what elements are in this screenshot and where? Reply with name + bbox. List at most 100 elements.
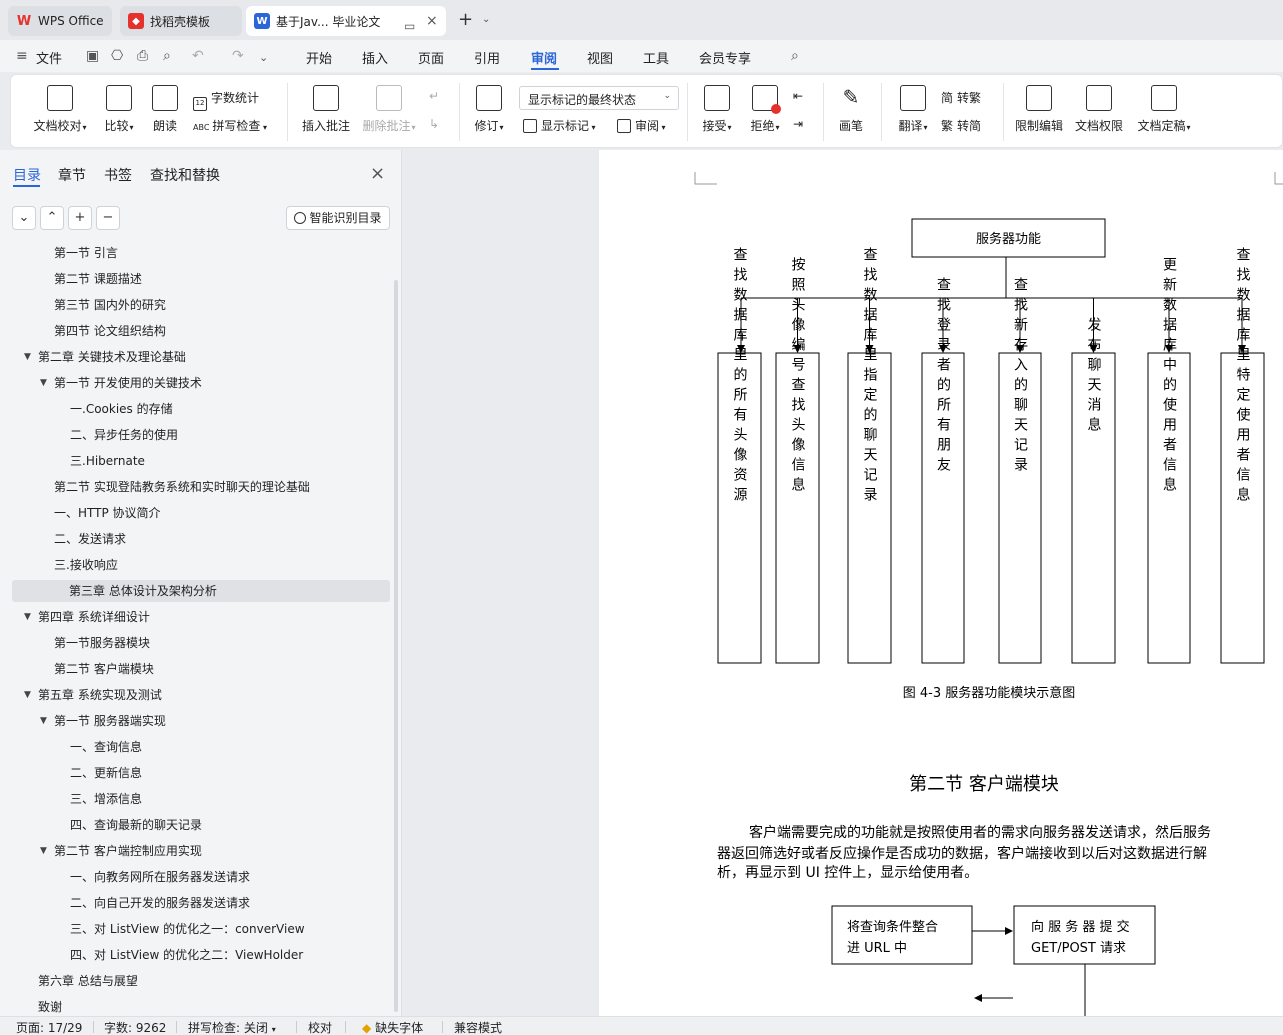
menu-start[interactable]: 开始 [306, 48, 332, 67]
prev-change-icon[interactable]: ⇤ [793, 89, 803, 103]
page-indicator[interactable]: 页面: 17/29 [16, 1019, 82, 1035]
toc-item[interactable]: 四、查询最新的聊天记录 [12, 814, 390, 836]
new-tab-icon[interactable]: + [458, 9, 473, 30]
link-icon[interactable]: ⎔ [111, 48, 123, 64]
doc-permission-button[interactable]: 文档权限 [1073, 85, 1125, 134]
expand-arrow-icon[interactable]: ▼ [24, 346, 31, 368]
toc-item[interactable]: 第二节 实现登陆教务系统和实时聊天的理论基础 [12, 476, 390, 498]
toc-item[interactable]: ▼ 第四章 系统详细设计 [12, 606, 390, 628]
toc-item[interactable]: 一、HTTP 协议简介 [12, 502, 390, 524]
tab-bookmarks[interactable]: 书签 [104, 165, 132, 185]
tab-find-replace[interactable]: 查找和替换 [150, 165, 220, 185]
save-icon[interactable]: ▣ [86, 48, 99, 64]
menu-page[interactable]: 页面 [418, 48, 444, 67]
toc-item[interactable]: 二、异步任务的使用 [12, 424, 390, 446]
restore-window-icon[interactable]: ▭ [404, 19, 415, 33]
to-traditional-button[interactable]: 简转繁 [941, 89, 981, 106]
hamburger-icon[interactable]: ≡ [16, 48, 28, 64]
close-panel-icon[interactable]: × [370, 163, 385, 184]
toc-item[interactable]: 第一节 引言 [12, 242, 390, 264]
expand-arrow-icon[interactable]: ▼ [24, 606, 31, 628]
pen-button[interactable]: ✎ 画笔 [833, 85, 869, 134]
print-icon[interactable]: ⎙ [137, 48, 148, 64]
toc-item[interactable]: ▼ 第五章 系统实现及测试 [12, 684, 390, 706]
review-pane-button[interactable]: 审阅 ▾ [617, 117, 666, 134]
toc-item[interactable]: 第二节 客户端模块 [12, 658, 390, 680]
menu-file[interactable]: 文件 [36, 48, 62, 67]
toc-item[interactable]: 三.Hibernate [12, 450, 390, 472]
spell-check-status[interactable]: 拼写检查: 关闭 ▾ [188, 1019, 276, 1035]
toc-item[interactable]: 第二节 课题描述 [12, 268, 390, 290]
tab-chapters[interactable]: 章节 [58, 165, 86, 185]
toc-item[interactable]: 一、向教务网所在服务器发送请求 [12, 866, 390, 888]
menu-insert[interactable]: 插入 [362, 48, 388, 67]
toc-item[interactable]: 四、对 ListView 的优化之二：ViewHolder [12, 944, 390, 966]
toc-item[interactable]: 三、对 ListView 的优化之一：converView [12, 918, 390, 940]
word-count-button[interactable]: 12 字数统计 [193, 89, 259, 111]
quick-access-chevron-icon[interactable]: ⌄ [259, 51, 268, 64]
reject-button[interactable]: 拒绝▾ [745, 85, 785, 134]
toc-item[interactable]: ▼ 第一节 服务器端实现 [12, 710, 390, 732]
toc-scrollbar[interactable] [394, 280, 398, 1012]
toc-item[interactable]: 第三章 总体设计及架构分析 [12, 580, 390, 602]
proofread-status[interactable]: 校对 [308, 1019, 332, 1035]
expand-arrow-icon[interactable]: ▼ [40, 840, 47, 862]
next-comment-icon[interactable]: ↳ [429, 117, 439, 131]
toc-item[interactable]: 致谢 [12, 996, 390, 1016]
markup-state-select[interactable]: 显示标记的最终状态 ⌄ [519, 86, 679, 110]
toc-item[interactable]: 二、更新信息 [12, 762, 390, 784]
tab-toc[interactable]: 目录 [13, 165, 41, 185]
toc-item[interactable]: 二、发送请求 [12, 528, 390, 550]
expand-arrow-icon[interactable]: ▼ [40, 710, 47, 732]
translate-button[interactable]: 翻译▾ [893, 85, 933, 134]
add-heading-button[interactable]: + [68, 206, 92, 230]
compare-button[interactable]: 比较▾ [99, 85, 139, 134]
expand-arrow-icon[interactable]: ▼ [24, 684, 31, 706]
toc-item[interactable]: 二、向自己开发的服务器发送请求 [12, 892, 390, 914]
search-icon[interactable]: ⌕ [791, 48, 799, 64]
accept-button[interactable]: 接受▾ [697, 85, 737, 134]
toc-item[interactable]: ▼ 第二节 客户端控制应用实现 [12, 840, 390, 862]
toc-item[interactable]: 一.Cookies 的存储 [12, 398, 390, 420]
proofread-button[interactable]: 文档校对▾ [29, 85, 91, 134]
toc-item[interactable]: 第三节 国内外的研究 [12, 294, 390, 316]
to-simplified-button[interactable]: 繁转简 [941, 117, 981, 134]
menu-tools[interactable]: 工具 [643, 48, 669, 67]
smart-toc-button[interactable]: 智能识别目录 [286, 206, 390, 230]
restrict-edit-button[interactable]: 限制编辑 [1013, 85, 1065, 134]
document-page[interactable]: 服务器功能 查找数据库里的所有头像资源 按照头像编号查找头像信息 查找数据库里指定的… [599, 150, 1283, 1016]
show-markup-button[interactable]: 显示标记 ▾ [523, 117, 596, 134]
menu-member[interactable]: 会员专享 [699, 48, 751, 67]
tab-document[interactable]: W 基于Jav... 毕业论文 ▭ × [246, 6, 446, 36]
next-change-icon[interactable]: ⇥ [793, 117, 803, 131]
remove-heading-button[interactable]: − [96, 206, 120, 230]
menu-review[interactable]: 审阅 [531, 48, 557, 67]
insert-comment-button[interactable]: 插入批注 [299, 85, 353, 134]
toc-item[interactable]: 第一节服务器模块 [12, 632, 390, 654]
finalize-button[interactable]: 文档定稿▾ [1133, 85, 1195, 134]
toc-item[interactable]: ▼ 第一节 开发使用的关键技术 [12, 372, 390, 394]
expand-up-button[interactable]: ⌃ [40, 206, 64, 230]
missing-font-status[interactable]: ◆ 缺失字体 [362, 1019, 423, 1035]
spell-check-button[interactable]: ABC 拼写检查 ▾ [193, 117, 267, 134]
print-preview-icon[interactable]: ⌕ [163, 48, 171, 64]
expand-arrow-icon[interactable]: ▼ [40, 372, 47, 394]
read-aloud-button[interactable]: 朗读 [149, 85, 181, 134]
tab-list-chevron-icon[interactable]: ⌄ [482, 14, 490, 25]
track-changes-button[interactable]: 修订▾ [469, 85, 509, 134]
word-count[interactable]: 字数: 9262 [104, 1019, 166, 1035]
prev-comment-icon[interactable]: ↵ [429, 89, 439, 103]
toc-item[interactable]: 一、查询信息 [12, 736, 390, 758]
tab-wps-office[interactable]: W WPS Office [8, 6, 112, 36]
toc-item[interactable]: 第六章 总结与展望 [12, 970, 390, 992]
menu-view[interactable]: 视图 [587, 48, 613, 67]
undo-icon[interactable]: ↶ [192, 48, 204, 64]
toc-item[interactable]: 第四节 论文组织结构 [12, 320, 390, 342]
toc-item[interactable]: 三、增添信息 [12, 788, 390, 810]
toc-item[interactable]: 三.接收响应 [12, 554, 390, 576]
close-tab-icon[interactable]: × [426, 13, 438, 29]
toc-item[interactable]: ▼ 第二章 关键技术及理论基础 [12, 346, 390, 368]
redo-icon[interactable]: ↷ [232, 48, 244, 64]
collapse-all-button[interactable]: ⌄ [12, 206, 36, 230]
menu-reference[interactable]: 引用 [474, 48, 500, 67]
